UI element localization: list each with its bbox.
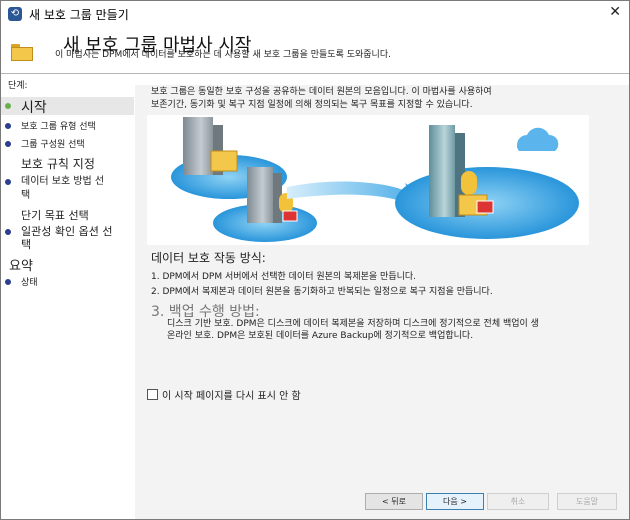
step-bullet-icon (5, 123, 11, 129)
step-select-members[interactable]: 그룹 구성원 선택 (1, 137, 134, 151)
header-divider (1, 73, 629, 74)
how-it-works-title: 데이터 보호 작동 방식: (151, 251, 266, 265)
step-active-bullet-icon (5, 103, 11, 109)
folder-icon (11, 44, 33, 61)
step-bullet-icon (5, 229, 11, 235)
step-summary[interactable]: 요약 (1, 255, 134, 274)
step-consistency-check[interactable]: 일관성 확인 옵션 선택 (1, 225, 134, 253)
next-button[interactable]: 다음 > (426, 493, 484, 510)
step-bullet-icon (5, 141, 11, 147)
how-item-2: 2. DPM에서 복제본과 데이터 원본을 동기화하고 반복되는 일정으로 복구… (151, 287, 493, 297)
window-title: 새 보호 그룹 만들기 (29, 8, 129, 22)
step-protection-rules[interactable]: 보호 규칙 지정 (1, 155, 134, 171)
page-subtitle: 이 마법사는 DPM에서 데이터를 보호하는 데 사용할 새 보호 그룹을 만들… (55, 50, 391, 60)
wizard-content: 보호 그룹은 동일한 보호 구성을 공유하는 데이터 원본의 모음입니다. 이 … (135, 85, 629, 489)
how-item-1: 1. DPM에서 DPM 서버에서 선택한 데이터 원본의 복제본을 만듭니다. (151, 272, 417, 282)
wizard-window: ⟲ 새 보호 그룹 만들기 ✕ 새 보호 그룹 마법사 시작 이 마법사는 DP… (0, 0, 630, 520)
back-button[interactable]: < 뒤로 (365, 493, 423, 510)
step-protection-method[interactable]: 데이터 보호 방법 선택 (1, 175, 134, 205)
intro-text: 보호 그룹은 동일한 보호 구성을 공유하는 데이터 원본의 모음입니다. 이 … (151, 87, 492, 110)
wizard-header: 새 보호 그룹 마법사 시작 이 마법사는 DPM에서 데이터를 보호하는 데 … (1, 28, 629, 73)
steps-label: 단계: (8, 81, 28, 91)
protection-illustration (147, 115, 589, 245)
cancel-button[interactable]: 취소 (487, 493, 549, 510)
dpm-app-icon: ⟲ (8, 7, 22, 21)
step-bullet-icon (5, 179, 11, 185)
step-status[interactable]: 상태 (1, 275, 134, 289)
dont-show-again-checkbox[interactable]: 이 시작 페이지를 다시 표시 안 함 (147, 387, 301, 402)
step-start[interactable]: 시작 (1, 97, 134, 116)
help-button[interactable]: 도움말 (557, 493, 617, 510)
step-bullet-icon (5, 279, 11, 285)
button-bar: < 뒤로 다음 > 취소 도움말 (135, 489, 629, 519)
backup-online-line: 온라인 보호. DPM은 보호된 데이터를 Azure Backup에 정기적으… (167, 331, 474, 341)
close-icon[interactable]: ✕ (609, 4, 621, 20)
step-short-term-goals[interactable]: 단기 목표 선택 (1, 207, 134, 223)
steps-sidebar: 시작 보호 그룹 유형 선택 그룹 구성원 선택 보호 규칙 지정 데이터 보호… (1, 93, 135, 519)
checkbox-box[interactable] (147, 389, 158, 400)
step-select-group-type[interactable]: 보호 그룹 유형 선택 (1, 119, 134, 133)
title-bar: ⟲ 새 보호 그룹 만들기 ✕ (1, 1, 629, 28)
